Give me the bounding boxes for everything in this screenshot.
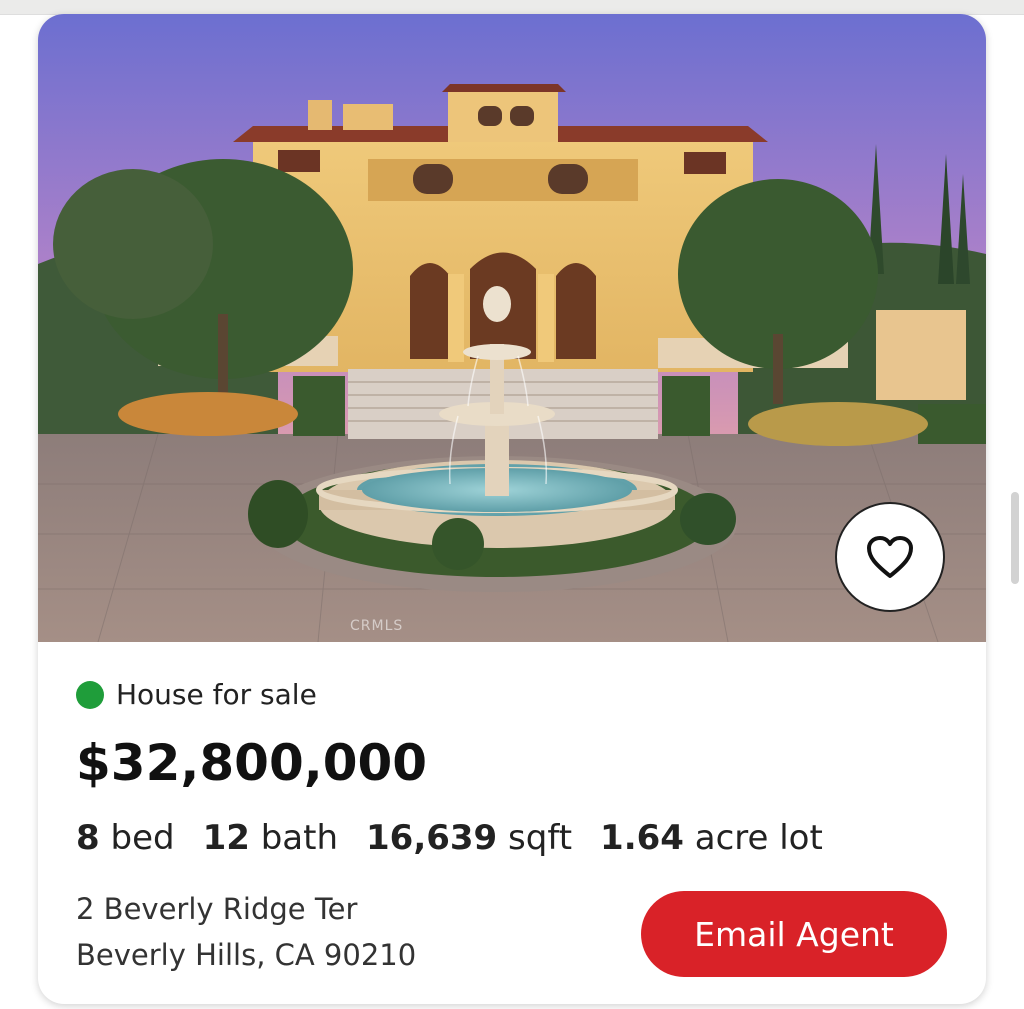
spec-lot: 1.64 acre lot: [600, 818, 823, 858]
spec-baths-unit: bath: [260, 818, 339, 858]
spec-beds-value: 8: [76, 818, 100, 858]
spec-beds-unit: bed: [110, 818, 175, 858]
listing-status: House for sale: [76, 678, 317, 711]
address-line-city: Beverly Hills, CA 90210: [76, 938, 417, 972]
listing-price: $32,800,000: [76, 734, 428, 792]
heart-outline-icon: [867, 536, 913, 578]
spec-baths-value: 12: [202, 818, 250, 858]
spec-lot-value: 1.64: [600, 818, 684, 858]
status-indicator-dot: [76, 680, 104, 709]
spec-sqft-value: 16,639: [366, 818, 498, 858]
email-agent-button[interactable]: Email Agent: [641, 891, 947, 977]
status-label: House for sale: [116, 678, 317, 711]
listing-photo[interactable]: CRMLS: [38, 14, 986, 642]
address-line-street: 2 Beverly Ridge Ter: [76, 892, 358, 926]
page-scrollbar[interactable]: [1011, 492, 1019, 584]
spec-beds: 8 bed: [76, 818, 175, 858]
listing-card[interactable]: CRMLS House for sale $32,800,000 8 bed 1…: [38, 14, 986, 1004]
photo-watermark: CRMLS: [350, 618, 404, 634]
save-favorite-button[interactable]: [835, 502, 945, 612]
spec-lot-unit: acre lot: [694, 818, 823, 858]
spec-sqft-unit: sqft: [508, 818, 573, 858]
listing-specs: 8 bed 12 bath 16,639 sqft 1.64 acre lot: [76, 818, 851, 858]
top-app-bar-edge: [0, 0, 1024, 15]
spec-baths: 12 bath: [203, 818, 338, 858]
spec-sqft: 16,639 sqft: [366, 818, 572, 858]
listing-address[interactable]: 2 Beverly Ridge Ter Beverly Hills, CA 90…: [76, 886, 416, 978]
